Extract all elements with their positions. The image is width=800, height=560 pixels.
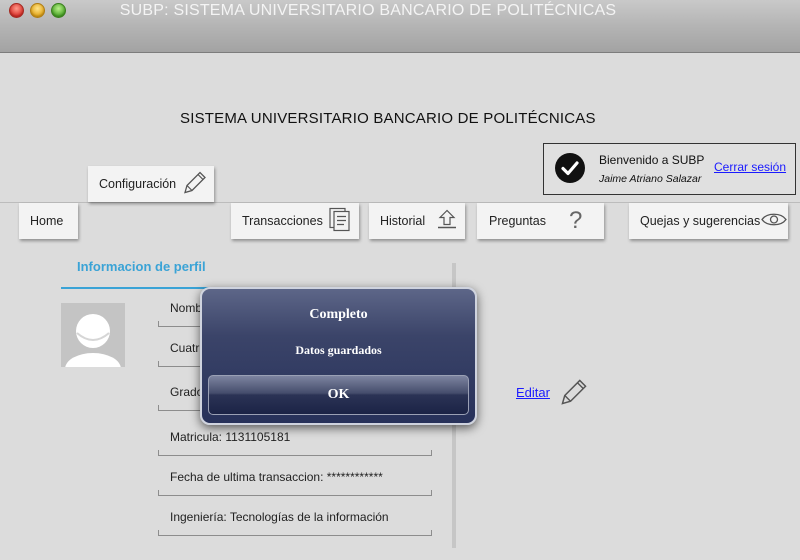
window-titlebar: SUBP: SISTEMA UNIVERSITARIO BANCARIO DE … [0, 0, 800, 53]
window-title: SUBP: SISTEMA UNIVERSITARIO BANCARIO DE … [119, 2, 617, 19]
tab-home[interactable]: Home [19, 203, 78, 239]
page-title: SISTEMA UNIVERSITARIO BANCARIO DE POLITÉ… [180, 110, 596, 127]
question-icon: ? [569, 207, 583, 234]
field-matricula-text: Matricula: 1131105181 [170, 430, 291, 444]
avatar [61, 303, 125, 367]
welcome-greeting: Bienvenido a SUBP [599, 153, 705, 167]
edit-pencil-icon[interactable] [559, 377, 589, 412]
dialog-message: Datos guardados [295, 343, 382, 357]
tab-transacciones[interactable]: Transacciones [231, 203, 359, 239]
field-ingenieria-text: Ingeniería: Tecnologías de la informació… [170, 510, 389, 524]
eye-icon [760, 211, 788, 232]
tab-configuracion-label: Configuración [99, 177, 177, 191]
tab-home-label: Home [30, 214, 64, 228]
tab-quejas-label: Quejas y sugerencias [640, 214, 761, 228]
profile-section-title: Informacion de perfil [77, 259, 206, 274]
pencil-icon [182, 170, 208, 199]
tab-transacciones-label: Transacciones [242, 214, 323, 228]
tab-quejas-sugerencias[interactable]: Quejas y sugerencias [629, 203, 788, 239]
tab-historial-label: Historial [380, 214, 426, 228]
check-icon [555, 153, 585, 183]
document-icon [328, 207, 352, 236]
field-matricula: Matricula: 1131105181 [158, 426, 432, 456]
welcome-user-name: Jaime Atriano Salazar [599, 173, 702, 185]
edit-link[interactable]: Editar [516, 385, 550, 400]
field-fecha-transaccion: Fecha de ultima transaccion: ***********… [158, 466, 432, 496]
save-confirmation-dialog: Completo Datos guardados OK [200, 287, 477, 425]
tab-preguntas[interactable]: Preguntas ? [477, 203, 604, 239]
tab-historial[interactable]: Historial [369, 203, 465, 239]
dialog-title: Completo [309, 307, 368, 322]
logout-link[interactable]: Cerrar sesión [714, 160, 786, 174]
ok-button[interactable]: OK [208, 375, 469, 415]
welcome-panel: Bienvenido a SUBP Jaime Atriano Salazar … [543, 143, 796, 195]
tab-preguntas-label: Preguntas [489, 214, 546, 228]
upload-icon [435, 208, 459, 235]
field-ingenieria: Ingeniería: Tecnologías de la informació… [158, 506, 432, 536]
tab-configuracion[interactable]: Configuración [88, 166, 214, 202]
field-fecha-text: Fecha de ultima transaccion: ***********… [170, 470, 383, 484]
